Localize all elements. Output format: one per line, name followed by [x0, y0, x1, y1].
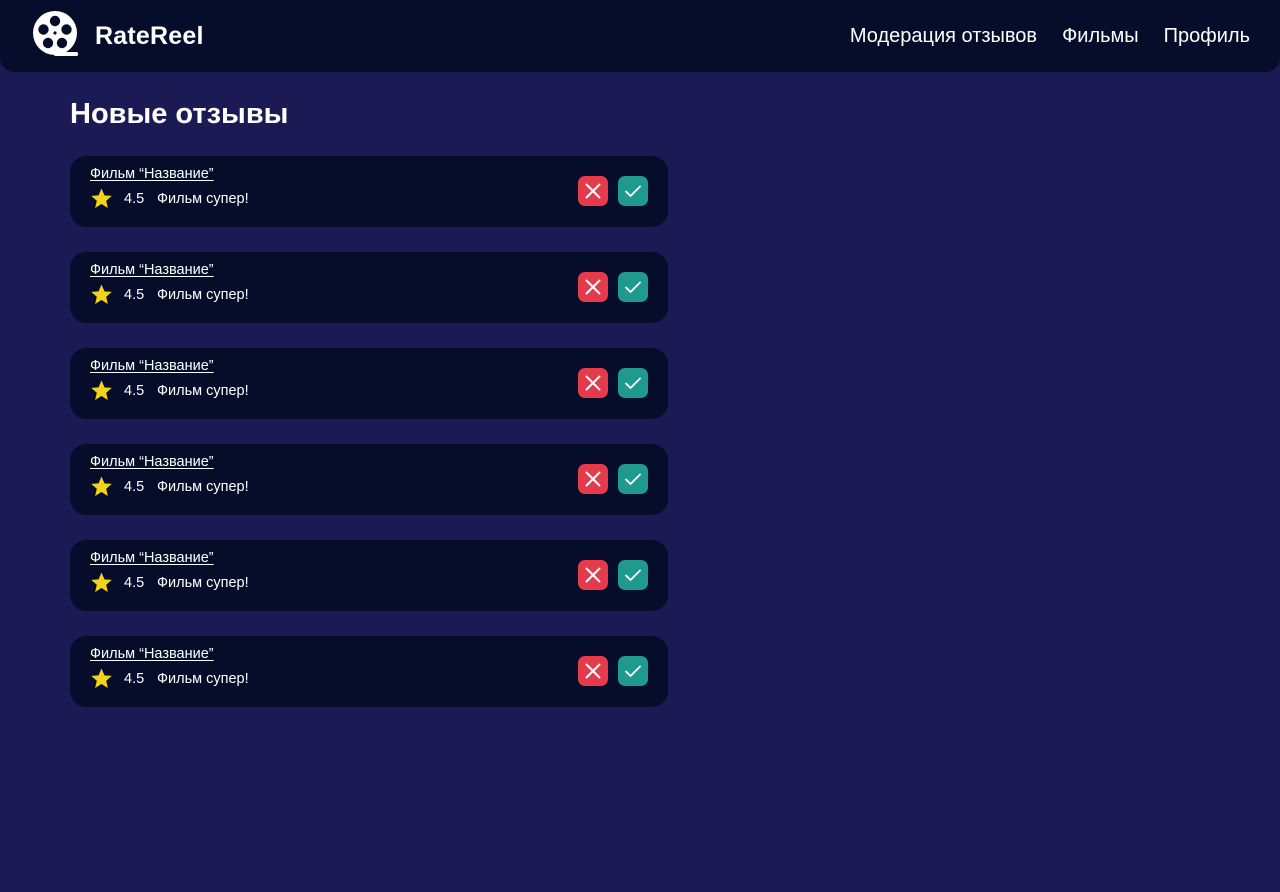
- approve-button[interactable]: [618, 176, 648, 206]
- film-reel-icon[interactable]: [32, 10, 80, 58]
- film-link[interactable]: Фильм “Название”: [90, 549, 214, 567]
- page-title: Новые отзывы: [70, 98, 289, 130]
- film-link[interactable]: Фильм “Название”: [90, 357, 214, 375]
- reject-button[interactable]: [578, 272, 608, 302]
- review-card: Фильм “Название” 4.5 Фильм супер!: [70, 636, 668, 707]
- review-card: Фильм “Название” 4.5 Фильм супер!: [70, 444, 668, 515]
- film-link[interactable]: Фильм “Название”: [90, 645, 214, 663]
- close-icon: [585, 471, 601, 487]
- reject-button[interactable]: [578, 560, 608, 590]
- nav-item-films[interactable]: Фильмы: [1062, 22, 1139, 50]
- check-icon: [625, 665, 641, 677]
- rating-value: 4.5: [124, 383, 145, 399]
- review-text: Фильм супер!: [157, 287, 249, 303]
- star-icon: [91, 572, 112, 592]
- rating-value: 4.5: [124, 671, 145, 687]
- check-icon: [625, 569, 641, 581]
- star-icon: [91, 188, 112, 208]
- approve-button[interactable]: [618, 656, 648, 686]
- star-icon: [91, 476, 112, 496]
- close-icon: [585, 663, 601, 679]
- review-list: Фильм “Название” 4.5 Фильм супер! Фильм …: [70, 156, 668, 707]
- main-nav: Модерация отзывов Фильмы Профиль: [850, 22, 1250, 50]
- review-card: Фильм “Название” 4.5 Фильм супер!: [70, 540, 668, 611]
- reject-button[interactable]: [578, 176, 608, 206]
- rating-value: 4.5: [124, 287, 145, 303]
- star-icon: [91, 668, 112, 688]
- check-icon: [625, 473, 641, 485]
- review-text: Фильм супер!: [157, 671, 249, 687]
- close-icon: [585, 567, 601, 583]
- review-card: Фильм “Название” 4.5 Фильм супер!: [70, 156, 668, 227]
- approve-button[interactable]: [618, 464, 648, 494]
- close-icon: [585, 279, 601, 295]
- review-text: Фильм супер!: [157, 575, 249, 591]
- check-icon: [625, 185, 641, 197]
- approve-button[interactable]: [618, 368, 648, 398]
- film-link[interactable]: Фильм “Название”: [90, 165, 214, 183]
- star-icon: [91, 380, 112, 400]
- review-text: Фильм супер!: [157, 383, 249, 399]
- star-icon: [91, 284, 112, 304]
- review-text: Фильм супер!: [157, 191, 249, 207]
- brand-name[interactable]: RateReel: [95, 20, 204, 52]
- reject-button[interactable]: [578, 368, 608, 398]
- review-card: Фильм “Название” 4.5 Фильм супер!: [70, 252, 668, 323]
- top-navbar: RateReel Модерация отзывов Фильмы Профил…: [0, 0, 1280, 72]
- reject-button[interactable]: [578, 656, 608, 686]
- rating-value: 4.5: [124, 575, 145, 591]
- rating-value: 4.5: [124, 191, 145, 207]
- reject-button[interactable]: [578, 464, 608, 494]
- nav-item-moderation[interactable]: Модерация отзывов: [850, 22, 1037, 50]
- close-icon: [585, 183, 601, 199]
- close-icon: [585, 375, 601, 391]
- approve-button[interactable]: [618, 272, 648, 302]
- film-link[interactable]: Фильм “Название”: [90, 261, 214, 279]
- check-icon: [625, 281, 641, 293]
- check-icon: [625, 377, 641, 389]
- film-link[interactable]: Фильм “Название”: [90, 453, 214, 471]
- nav-item-profile[interactable]: Профиль: [1164, 22, 1250, 50]
- approve-button[interactable]: [618, 560, 648, 590]
- rating-value: 4.5: [124, 479, 145, 495]
- review-text: Фильм супер!: [157, 479, 249, 495]
- review-card: Фильм “Название” 4.5 Фильм супер!: [70, 348, 668, 419]
